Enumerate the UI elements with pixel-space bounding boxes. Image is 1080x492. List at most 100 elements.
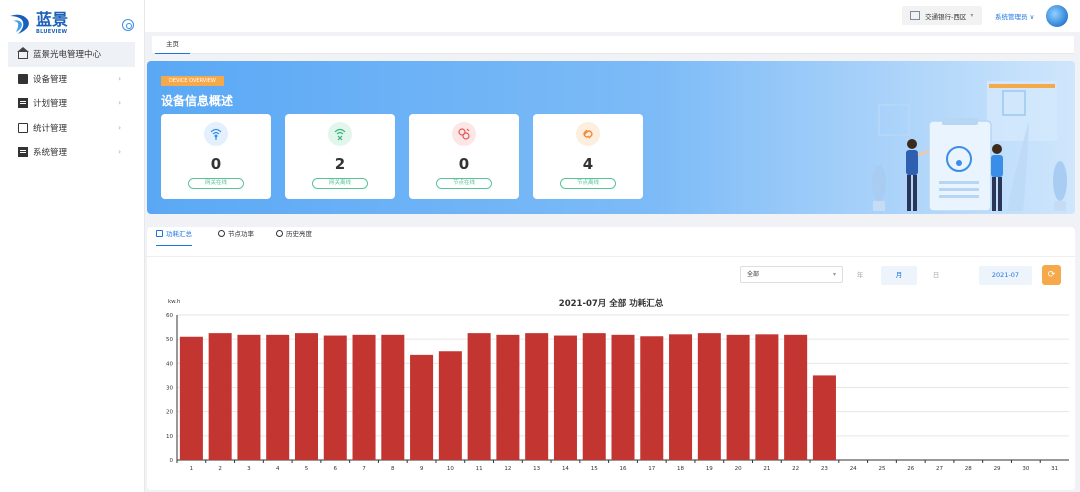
tab-home[interactable]: 主页: [155, 36, 190, 54]
node-offline-icon: [576, 122, 600, 146]
x-tick-label: 11: [476, 466, 483, 472]
chart-bar: [640, 336, 664, 460]
overview-title: 设备信息概述: [161, 94, 234, 108]
tab-history-brightness[interactable]: 历史亮度: [276, 227, 312, 246]
node-online-icon: [452, 122, 476, 146]
x-tick-label: 18: [677, 466, 684, 472]
collapse-sidebar-icon[interactable]: [122, 19, 134, 31]
banner-illustration: [872, 81, 1067, 212]
gear-icon: [276, 230, 283, 237]
y-tick-label: 50: [166, 337, 173, 343]
sidebar-item-devices[interactable]: 设备管理 ›: [8, 67, 135, 92]
y-tick-label: 0: [170, 458, 174, 464]
sidebar-item-label: 系统管理: [33, 148, 68, 159]
chart-bar: [784, 334, 808, 460]
list-icon: [18, 98, 28, 109]
clock-icon: [218, 230, 225, 237]
building-icon: [910, 11, 920, 20]
x-tick-label: 16: [620, 466, 627, 472]
chart-bar: [294, 333, 318, 460]
logo[interactable]: 蓝景 BLUEVIEW: [8, 10, 78, 40]
x-tick-label: 3: [247, 466, 251, 472]
power-summary-panel: 功耗汇总 节点功率 历史亮度 全部 ▾ 年 月 日 2021-07 ⟳ 2021…: [147, 227, 1075, 490]
day-toggle[interactable]: 日: [927, 266, 945, 285]
x-tick-label: 14: [562, 466, 569, 472]
y-tick-label: 40: [166, 361, 173, 367]
y-tick-label: 60: [166, 313, 173, 319]
x-tick-label: 21: [763, 466, 770, 472]
chart-bar: [352, 334, 376, 460]
chart-bar: [208, 333, 232, 460]
sidebar-item-statistics[interactable]: 统计管理 ›: [8, 116, 135, 141]
x-tick-label: 29: [994, 466, 1001, 472]
date-picker[interactable]: 2021-07: [979, 266, 1032, 285]
divider: [147, 256, 1075, 257]
chart-bar: [438, 351, 462, 460]
tab-label: 功耗汇总: [166, 230, 192, 238]
tab-power-summary[interactable]: 功耗汇总: [156, 227, 192, 246]
brand-sub: BLUEVIEW: [36, 29, 68, 35]
x-tick-label: 8: [391, 466, 395, 472]
stat-card-node-online: 0 节点在线: [409, 114, 519, 199]
top-bar: 交通银行-西区 ▾ 系统管理员 ∨: [145, 0, 1080, 32]
stat-label[interactable]: 节点离线: [560, 178, 616, 189]
x-tick-label: 30: [1022, 466, 1029, 472]
x-tick-label: 27: [936, 466, 943, 472]
chart-bar: [323, 335, 347, 460]
chevron-right-icon: ›: [118, 123, 121, 132]
stat-label[interactable]: 网关离线: [312, 178, 368, 189]
sidebar-item-plans[interactable]: 计划管理 ›: [8, 91, 135, 116]
scope-select[interactable]: 全部 ▾: [740, 266, 843, 283]
book-icon: [18, 73, 28, 84]
y-tick-label: 10: [166, 434, 173, 440]
refresh-button[interactable]: ⟳: [1042, 265, 1061, 285]
logo-mark-icon: [10, 14, 29, 34]
stat-value: 0: [210, 155, 222, 173]
month-toggle[interactable]: 月: [881, 266, 917, 285]
x-tick-label: 9: [420, 466, 424, 472]
stat-label[interactable]: 节点在线: [436, 178, 492, 189]
bank-select[interactable]: 交通银行-西区 ▾: [902, 6, 982, 25]
chevron-down-icon: ▾: [970, 12, 974, 19]
sidebar-item-home[interactable]: 蓝景光电管理中心: [8, 42, 135, 67]
x-tick-label: 31: [1051, 466, 1058, 472]
stat-value: 4: [582, 155, 594, 173]
chart-bar: [582, 333, 606, 460]
x-tick-label: 25: [878, 466, 885, 472]
chevron-right-icon: ›: [118, 148, 121, 156]
sidebar-item-label: 统计管理: [33, 123, 68, 134]
x-tick-label: 15: [591, 466, 598, 472]
chart-bar: [553, 335, 577, 460]
home-icon: [17, 47, 29, 60]
sidebar-item-system[interactable]: 系统管理 ›: [8, 140, 135, 165]
tab-node-power[interactable]: 节点功率: [218, 227, 254, 246]
scope-select-value: 全部: [747, 271, 760, 278]
sidebar-menu: 蓝景光电管理中心 设备管理 › 计划管理 › 统计管理 › 系统管理 ›: [8, 42, 135, 165]
device-overview-banner: DEVICE OVERVIEW 设备信息概述 0 网关在线 2 网关离线 0 节…: [147, 61, 1075, 214]
avatar[interactable]: [1046, 5, 1068, 27]
sidebar-item-label: 蓝景光电管理中心: [33, 50, 102, 61]
x-tick-label: 5: [305, 466, 309, 472]
x-tick-label: 19: [706, 466, 713, 472]
user-menu[interactable]: 系统管理员 ∨: [995, 11, 1034, 21]
stat-label[interactable]: 网关在线: [188, 178, 244, 189]
sidebar-item-label: 计划管理: [33, 99, 68, 110]
chart-bar: [467, 333, 491, 460]
chevron-right-icon: ›: [118, 74, 121, 83]
chart-bar: [496, 334, 520, 460]
clipboard-icon: [18, 122, 28, 133]
list-icon: [18, 147, 28, 158]
tab-label: 历史亮度: [286, 230, 312, 238]
x-tick-label: 22: [792, 466, 799, 472]
chevron-right-icon: ›: [118, 99, 121, 107]
year-toggle[interactable]: 年: [852, 266, 868, 285]
chart-bar: [669, 334, 693, 460]
sidebar: 蓝景 BLUEVIEW 蓝景光电管理中心 设备管理 › 计划管理 › 统计管理 …: [0, 0, 145, 492]
chart-bar: [611, 334, 635, 460]
y-axis-unit: kw.h: [168, 299, 181, 305]
chevron-down-icon: ▾: [832, 271, 836, 278]
x-tick-label: 24: [850, 466, 857, 472]
stat-card-node-offline: 4 节点离线: [533, 114, 643, 199]
chart-bar: [755, 334, 779, 460]
x-tick-label: 28: [965, 466, 972, 472]
